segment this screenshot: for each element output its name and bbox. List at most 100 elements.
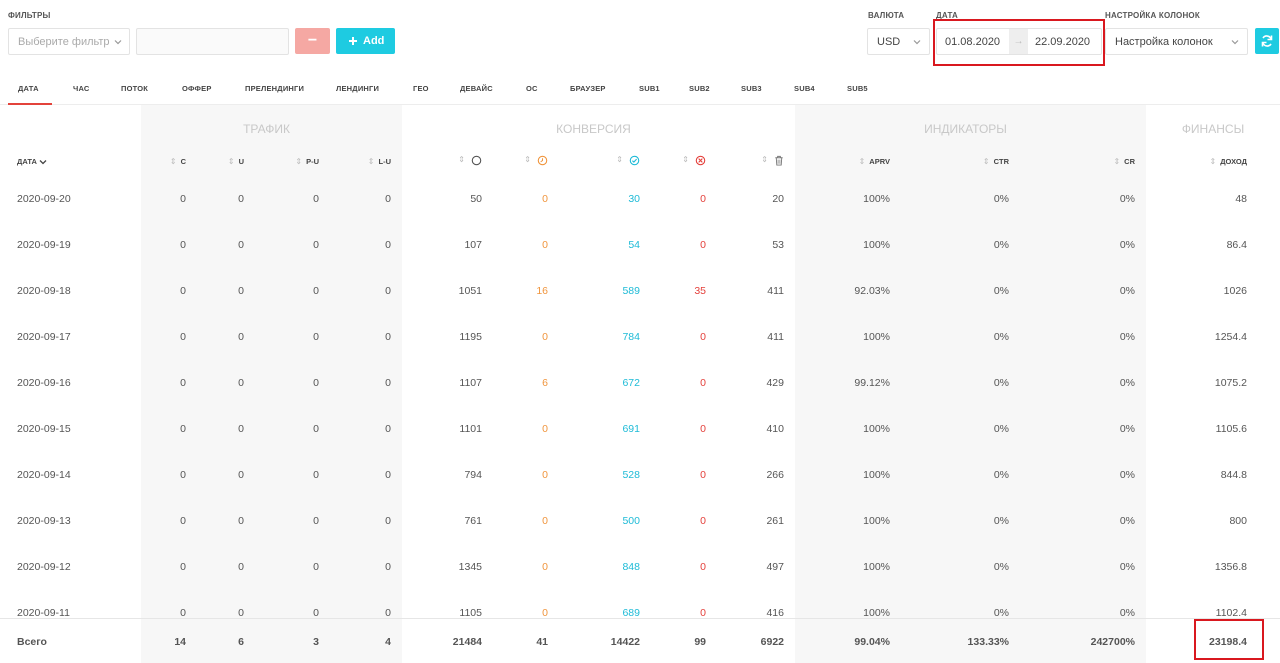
cell-date: 2020-09-18 — [17, 285, 71, 297]
col-c-header[interactable]: ⇕ C — [140, 157, 186, 166]
cell-ctr: 0% — [993, 377, 1009, 389]
sort-icon: ⇕ — [1113, 157, 1121, 166]
columns-select[interactable]: Настройка колонок — [1105, 28, 1248, 55]
tab-sub3[interactable]: SUB3 — [741, 84, 762, 93]
cell-rej: 0 — [700, 469, 706, 481]
col-ctr-header[interactable]: ⇕ CTR — [960, 157, 1009, 166]
col-aprv-label: APRV — [869, 157, 890, 166]
cell-lu: 0 — [385, 515, 391, 527]
cell-c: 0 — [180, 331, 186, 343]
tab-stream[interactable]: ПОТОК — [121, 84, 148, 93]
sort-icon: ⇕ — [682, 155, 689, 165]
col-ctr-label: CTR — [993, 157, 1009, 166]
total-aprv: 99.04% — [854, 636, 890, 648]
tab-date[interactable]: ДАТА — [18, 84, 39, 93]
cell-lu: 0 — [385, 423, 391, 435]
sort-icon: ⇕ — [524, 155, 531, 165]
refresh-button[interactable] — [1255, 28, 1279, 54]
tab-sub5[interactable]: SUB5 — [847, 84, 868, 93]
cell-appr: 784 — [622, 331, 640, 343]
cell-appr: 528 — [622, 469, 640, 481]
group-finance: ФИНАНСЫ — [1181, 122, 1245, 136]
clock-icon — [537, 155, 548, 166]
cell-aprv: 100% — [863, 469, 890, 481]
cell-all: 1345 — [458, 561, 482, 573]
tab-offer[interactable]: ОФФЕР — [182, 84, 212, 93]
tab-sub2[interactable]: SUB2 — [689, 84, 710, 93]
highlight-date-box — [933, 19, 1105, 66]
tab-browser[interactable]: БРАУЗЕР — [570, 84, 606, 93]
group-conversion: КОНВЕРСИЯ — [556, 122, 631, 136]
cell-lu: 0 — [385, 239, 391, 251]
tab-os[interactable]: ОС — [526, 84, 538, 93]
cell-pu: 0 — [313, 285, 319, 297]
filter-select[interactable]: Выберите фильтр — [8, 28, 130, 55]
cell-rej: 0 — [700, 193, 706, 205]
cell-hold: 0 — [542, 423, 548, 435]
col-cr-header[interactable]: ⇕ CR — [1090, 157, 1135, 166]
col-trash-header[interactable]: ⇕ — [745, 155, 784, 166]
cell-u: 0 — [238, 331, 244, 343]
cell-rej: 0 — [700, 561, 706, 573]
cell-date: 2020-09-15 — [17, 423, 71, 435]
cell-hold: 0 — [542, 331, 548, 343]
cell-pu: 0 — [313, 561, 319, 573]
cell-aprv: 100% — [863, 193, 890, 205]
cell-appr: 691 — [622, 423, 640, 435]
remove-filter-button[interactable]: − — [295, 28, 330, 54]
currency-label: ВАЛЮТА — [868, 11, 905, 20]
cell-income: 1075.2 — [1214, 377, 1247, 389]
cell-c: 0 — [180, 423, 186, 435]
chevron-down-icon — [1231, 40, 1239, 45]
cell-aprv: 100% — [863, 515, 890, 527]
sort-icon: ⇕ — [858, 157, 866, 166]
cell-pu: 0 — [313, 515, 319, 527]
tab-sub1[interactable]: SUB1 — [639, 84, 660, 93]
tab-sub4[interactable]: SUB4 — [794, 84, 815, 93]
tab-landings[interactable]: ЛЕНДИНГИ — [336, 84, 379, 93]
totals-divider — [0, 618, 1280, 619]
cell-trash: 53 — [772, 239, 784, 251]
cell-u: 0 — [238, 561, 244, 573]
col-lu-header[interactable]: ⇕ L-U — [340, 157, 391, 166]
tab-device[interactable]: ДЕВАЙС — [460, 84, 493, 93]
filter-value-input[interactable] — [136, 28, 289, 55]
col-date-header[interactable]: ДАТА — [17, 157, 47, 166]
currency-select[interactable]: USD — [867, 28, 930, 55]
cell-date: 2020-09-19 — [17, 239, 71, 251]
group-traffic: ТРАФИК — [243, 122, 290, 136]
cell-cr: 0% — [1119, 239, 1135, 251]
group-indicators: ИНДИКАТОРЫ — [924, 122, 1007, 136]
cell-c: 0 — [180, 285, 186, 297]
cell-appr: 672 — [622, 377, 640, 389]
cell-u: 0 — [238, 193, 244, 205]
tab-geo[interactable]: ГЕО — [413, 84, 429, 93]
col-approved-header[interactable]: ⇕ — [600, 155, 640, 166]
cell-appr: 500 — [622, 515, 640, 527]
cell-u: 0 — [238, 239, 244, 251]
cell-c: 0 — [180, 469, 186, 481]
tab-hour[interactable]: ЧАС — [73, 84, 90, 93]
add-filter-button[interactable]: Add — [336, 28, 395, 54]
sort-icon: ⇕ — [458, 155, 465, 165]
cell-hold: 0 — [542, 469, 548, 481]
col-pu-header[interactable]: ⇕ P-U — [270, 157, 319, 166]
col-aprv-header[interactable]: ⇕ APRV — [840, 157, 890, 166]
col-all-header[interactable]: ⇕ — [440, 155, 482, 166]
col-income-header[interactable]: ⇕ ДОХОД — [1180, 157, 1247, 166]
col-u-header[interactable]: ⇕ U — [200, 157, 244, 166]
cell-date: 2020-09-12 — [17, 561, 71, 573]
tab-prelandings[interactable]: ПРЕЛЕНДИНГИ — [245, 84, 304, 93]
cell-u: 0 — [238, 285, 244, 297]
cell-lu: 0 — [385, 285, 391, 297]
cell-date: 2020-09-17 — [17, 331, 71, 343]
cell-income: 1254.4 — [1214, 331, 1247, 343]
total-pu: 3 — [313, 636, 319, 648]
cell-aprv: 100% — [863, 331, 890, 343]
sort-desc-icon — [39, 160, 47, 165]
col-rejected-header[interactable]: ⇕ — [666, 155, 706, 166]
total-all: 21484 — [452, 636, 482, 648]
col-hold-header[interactable]: ⇕ — [505, 155, 548, 166]
cell-trash: 261 — [766, 515, 784, 527]
cell-hold: 6 — [542, 377, 548, 389]
